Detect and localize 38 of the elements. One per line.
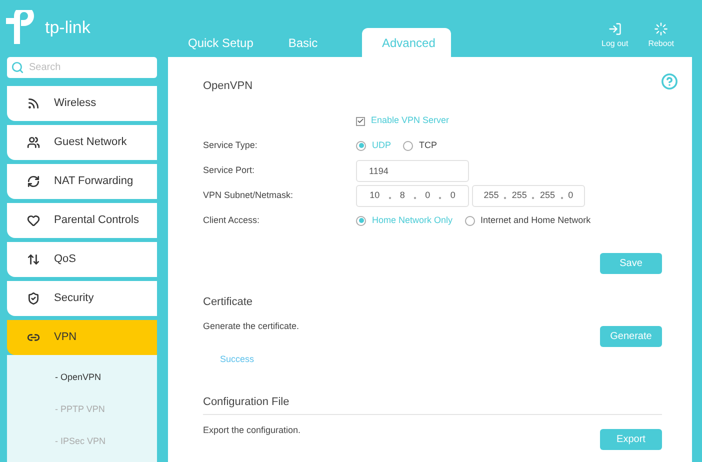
- help-icon[interactable]: [661, 73, 678, 90]
- sidebar-item[interactable]: Wireless: [7, 86, 157, 121]
- sidebar-item[interactable]: Parental Controls: [7, 203, 157, 238]
- search-input[interactable]: Search: [29, 60, 139, 75]
- sidebar-item[interactable]: QoS: [7, 242, 157, 277]
- field-label: Service Port:: [203, 164, 256, 177]
- sidebar-item[interactable]: VPN: [7, 320, 157, 355]
- sidebar-item[interactable]: NAT Forwarding: [7, 164, 157, 199]
- check-icon: [357, 117, 364, 125]
- refresh-icon: [27, 175, 40, 188]
- description-text: Generate the certificate.: [203, 320, 300, 333]
- subnet-field[interactable]: 10 8 0 0: [356, 184, 469, 206]
- radio-option[interactable]: TCP: [403, 138, 438, 152]
- logo-text: tp-link: [45, 18, 90, 36]
- port-field[interactable]: 1194: [356, 160, 469, 182]
- description-text: Export the configuration.: [203, 424, 301, 437]
- sidebar-item[interactable]: Security: [7, 281, 157, 316]
- section-title: Configuration File: [203, 394, 290, 410]
- radio-option[interactable]: Internet and Home Network: [464, 214, 591, 228]
- field-label: Client Access:: [203, 214, 261, 227]
- netmask-field[interactable]: 255 255 255 0: [472, 184, 585, 206]
- link-icon: [27, 331, 40, 344]
- section-title: OpenVPN: [203, 79, 254, 94]
- field-label: VPN Subnet/Netmask:: [203, 188, 294, 202]
- search-field[interactable]: Search: [7, 57, 157, 78]
- users-icon: [27, 136, 40, 149]
- section-title: Certificate: [203, 295, 254, 310]
- signal-icon: [27, 97, 40, 110]
- reboot-icon: [654, 22, 668, 36]
- field-label: Service Type:: [203, 138, 258, 152]
- sidebar-item[interactable]: Guest Network: [7, 125, 157, 160]
- arrows-icon: [27, 253, 40, 266]
- status-text: Success: [220, 353, 254, 366]
- heart-icon: [27, 214, 40, 227]
- search-icon: [11, 61, 24, 74]
- submenu-item[interactable]: - OpenVPN: [55, 371, 157, 388]
- logout-icon: [608, 22, 622, 36]
- shield-icon: [27, 292, 40, 305]
